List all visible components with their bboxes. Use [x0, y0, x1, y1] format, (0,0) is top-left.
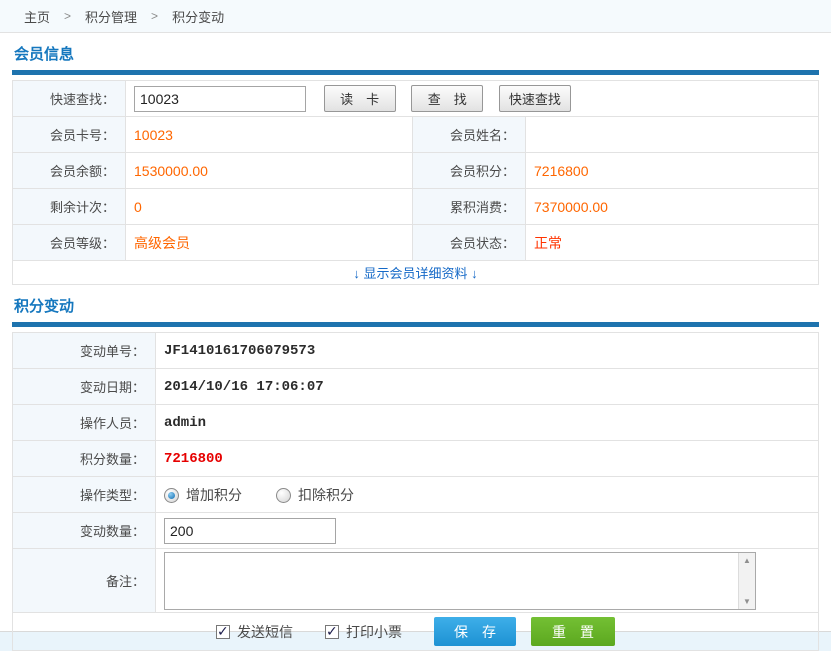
page: 主页 > 积分管理 > 积分变动 会员信息 快速查找： 读 卡 查 找 快速查找… — [0, 0, 831, 632]
level-value: 高级会员 — [126, 225, 413, 261]
status-label: 会员状态： — [413, 225, 526, 261]
points-amount-value: 7216800 — [164, 451, 223, 467]
op-type-row: 操作类型： 增加积分 扣除积分 — [13, 477, 819, 513]
reset-button[interactable]: 重 置 — [531, 617, 615, 646]
read-card-button[interactable]: 读 卡 — [324, 85, 396, 112]
breadcrumb-points-change[interactable]: 积分变动 — [172, 7, 224, 26]
name-value — [526, 117, 819, 153]
change-date-value: 2014/10/16 17:06:07 — [164, 379, 324, 395]
search-button[interactable]: 查 找 — [411, 85, 483, 112]
remark-textarea[interactable] — [165, 553, 738, 609]
member-info-table: 快速查找： 读 卡 查 找 快速查找 会员卡号： 10023 会员姓名： 会员余… — [12, 80, 819, 285]
change-amount-row: 变动数量： — [13, 513, 819, 549]
times-left-value: 0 — [126, 189, 413, 225]
total-spend-label: 累积消费： — [413, 189, 526, 225]
points-change-title: 积分变动 — [12, 285, 819, 322]
points-value: 7216800 — [526, 153, 819, 189]
op-type-cell: 增加积分 扣除积分 — [156, 477, 819, 513]
quick-find-row: 快速查找： 读 卡 查 找 快速查找 — [13, 81, 819, 117]
change-date-label: 变动日期： — [13, 369, 156, 405]
remark-scrollbar[interactable]: ▲ ▼ — [738, 553, 755, 609]
operator-label: 操作人员： — [13, 405, 156, 441]
show-member-detail-link[interactable]: ↓ 显示会员详细资料 ↓ — [353, 266, 477, 281]
operator-row: 操作人员： admin — [13, 405, 819, 441]
name-label: 会员姓名： — [413, 117, 526, 153]
member-info-title-bar — [12, 70, 819, 75]
scroll-down-icon[interactable]: ▼ — [743, 597, 751, 606]
operator-value: admin — [164, 415, 206, 431]
detail-link-row: ↓ 显示会员详细资料 ↓ — [13, 261, 819, 285]
remark-label: 备注： — [13, 549, 156, 613]
quick-find-cell: 读 卡 查 找 快速查找 — [126, 81, 819, 117]
add-points-radio[interactable] — [164, 488, 179, 503]
save-button[interactable]: 保 存 — [434, 617, 516, 646]
breadcrumb-separator: > — [64, 9, 71, 23]
send-sms-group: 发送短信 — [216, 622, 293, 642]
member-row-card: 会员卡号： 10023 会员姓名： — [13, 117, 819, 153]
print-ticket-label[interactable]: 打印小票 — [346, 622, 402, 642]
breadcrumb-points-management[interactable]: 积分管理 — [85, 7, 137, 26]
times-left-label: 剩余计次： — [13, 189, 126, 225]
card-no-value: 10023 — [126, 117, 413, 153]
change-date-row: 变动日期： 2014/10/16 17:06:07 — [13, 369, 819, 405]
breadcrumb: 主页 > 积分管理 > 积分变动 — [0, 0, 831, 33]
status-value: 正常 — [526, 225, 819, 261]
points-amount-label: 积分数量： — [13, 441, 156, 477]
add-points-radio-label[interactable]: 增加积分 — [186, 487, 242, 503]
footer-row: 发送短信 打印小票 保 存 重 置 — [13, 613, 819, 651]
quick-find-input[interactable] — [134, 86, 306, 112]
breadcrumb-home[interactable]: 主页 — [24, 7, 50, 26]
points-label: 会员积分： — [413, 153, 526, 189]
footer-cell: 发送短信 打印小票 保 存 重 置 — [13, 613, 819, 651]
deduct-points-radio-label[interactable]: 扣除积分 — [298, 487, 354, 503]
op-type-label: 操作类型： — [13, 477, 156, 513]
points-change-title-bar — [12, 322, 819, 327]
deduct-points-radio[interactable] — [276, 488, 291, 503]
member-row-level: 会员等级： 高级会员 会员状态： 正常 — [13, 225, 819, 261]
quick-search-button[interactable]: 快速查找 — [499, 85, 571, 112]
detail-link-cell: ↓ 显示会员详细资料 ↓ — [13, 261, 819, 285]
order-no-label: 变动单号： — [13, 333, 156, 369]
print-ticket-group: 打印小票 — [325, 622, 402, 642]
order-no-row: 变动单号： JF1410161706079573 — [13, 333, 819, 369]
change-amount-label: 变动数量： — [13, 513, 156, 549]
total-spend-value: 7370000.00 — [526, 189, 819, 225]
balance-value: 1530000.00 — [126, 153, 413, 189]
print-ticket-checkbox[interactable] — [325, 625, 339, 639]
scroll-up-icon[interactable]: ▲ — [743, 556, 751, 565]
member-info-title: 会员信息 — [12, 33, 819, 70]
member-row-times: 剩余计次： 0 累积消费： 7370000.00 — [13, 189, 819, 225]
balance-label: 会员余额： — [13, 153, 126, 189]
points-amount-row: 积分数量： 7216800 — [13, 441, 819, 477]
change-amount-input[interactable] — [164, 518, 336, 544]
breadcrumb-separator: > — [151, 9, 158, 23]
order-no-value: JF1410161706079573 — [164, 343, 315, 359]
card-no-label: 会员卡号： — [13, 117, 126, 153]
send-sms-checkbox[interactable] — [216, 625, 230, 639]
member-row-balance: 会员余额： 1530000.00 会员积分： 7216800 — [13, 153, 819, 189]
points-change-table: 变动单号： JF1410161706079573 变动日期： 2014/10/1… — [12, 332, 819, 651]
remark-textarea-frame: ▲ ▼ — [164, 552, 756, 610]
level-label: 会员等级： — [13, 225, 126, 261]
send-sms-label[interactable]: 发送短信 — [237, 622, 293, 642]
quick-find-label: 快速查找： — [13, 81, 126, 117]
remark-row: 备注： ▲ ▼ — [13, 549, 819, 613]
